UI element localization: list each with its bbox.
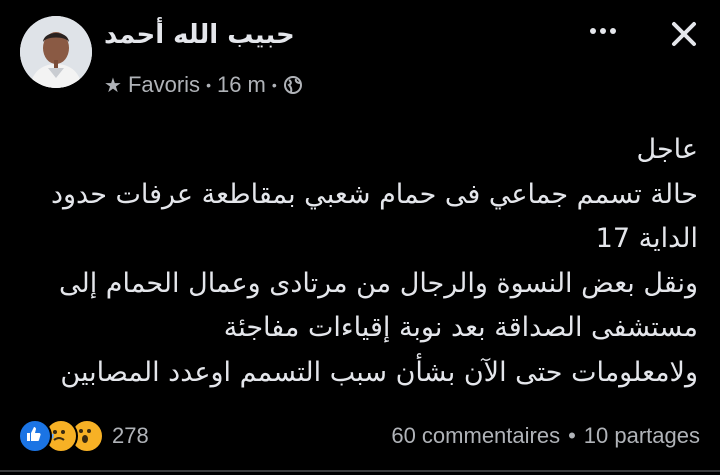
like-reaction-icon bbox=[18, 419, 52, 453]
post-line: حالة تسمم جماعي فى حمام شعبي بمقاطعة عرف… bbox=[50, 178, 698, 210]
post-time[interactable]: 16 m bbox=[217, 72, 266, 98]
avatar-image bbox=[20, 16, 92, 88]
close-icon bbox=[672, 22, 696, 46]
divider bbox=[0, 470, 720, 472]
post-line: ولامعلومات حتى الآن بشأن سبب التسمم اوعد… bbox=[60, 356, 698, 388]
close-button[interactable] bbox=[664, 14, 704, 54]
post-line: عاجل bbox=[636, 134, 698, 165]
post-text: عاجل حالة تسمم جماعي فى حمام شعبي بمقاطع… bbox=[18, 128, 698, 395]
post-line: الداية 17 bbox=[595, 223, 698, 254]
author-name[interactable]: حبيب الله أحمد bbox=[104, 20, 295, 50]
post-line: مستشفى الصداقة بعد نوبة إقياءات مفاجئة bbox=[223, 312, 698, 343]
visibility-label[interactable]: Favoris bbox=[128, 72, 200, 98]
stats-separator: • bbox=[568, 423, 576, 448]
reaction-count: 278 bbox=[112, 423, 149, 448]
more-dots-icon bbox=[590, 28, 596, 34]
star-icon: ★ bbox=[104, 74, 122, 97]
more-options-button[interactable] bbox=[586, 16, 620, 46]
engagement-stats: 60 commentaires • 10 partages bbox=[391, 423, 700, 449]
post-footer: 278 60 commentaires • 10 partages bbox=[18, 418, 700, 454]
shares-link[interactable]: 10 partages bbox=[584, 423, 700, 449]
post-line: ونقل بعض النسوة والرجال من مرتادى وعمال … bbox=[58, 267, 698, 299]
post-meta: ★ Favoris • 16 m • bbox=[104, 70, 303, 100]
meta-separator-2: • bbox=[271, 77, 277, 93]
globe-icon bbox=[283, 76, 302, 94]
comments-link[interactable]: 60 commentaires bbox=[391, 423, 560, 449]
meta-separator: • bbox=[206, 77, 211, 93]
avatar[interactable] bbox=[20, 16, 92, 88]
reactions-summary[interactable]: 278 bbox=[18, 419, 149, 453]
